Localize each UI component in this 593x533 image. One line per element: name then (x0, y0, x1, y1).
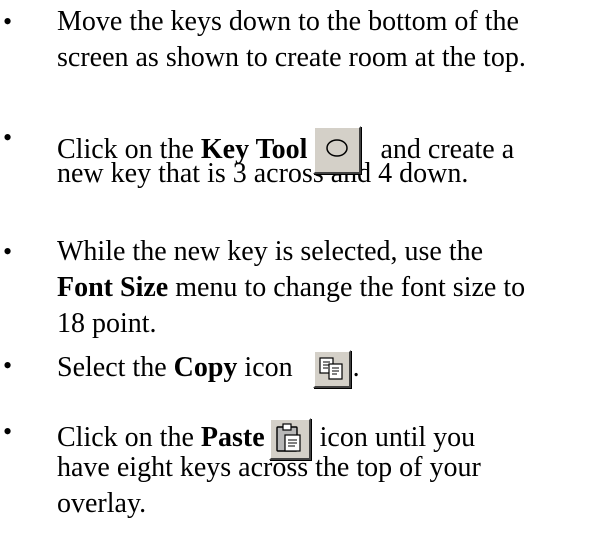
font-size-label: Font Size (57, 272, 169, 303)
step-text-segment: . (352, 352, 360, 383)
step-line: overlay. (57, 488, 147, 519)
copy-icon (319, 357, 343, 380)
copy-label: Copy (173, 352, 238, 383)
step-line: screen as shown to create room at the to… (57, 42, 526, 73)
bullet: • (3, 417, 13, 446)
paste-button[interactable] (268, 418, 311, 460)
step-text: Move the keys down to the bottom of the … (57, 4, 593, 76)
step-line: Click on the Paste icon until you (57, 414, 593, 460)
step-line: have eight keys across the top of your (57, 452, 481, 483)
key-tool-button[interactable] (313, 126, 362, 174)
step-line: Font Size menu to change the font size t… (57, 270, 593, 306)
bullet: • (3, 7, 13, 36)
step-line: While the new key is selected, use the (57, 236, 484, 267)
step-text-segment: icon (237, 352, 293, 383)
step-line: Click on the Key Tool and create a (57, 120, 593, 174)
step-line: Move the keys down to the bottom of the (57, 6, 519, 37)
step-line: 18 point. (57, 308, 157, 339)
paste-icon (275, 423, 301, 452)
step-line: Select the Copy icon. (57, 348, 593, 388)
step-text: Click on the Paste icon until you have e… (57, 414, 593, 522)
bullet: • (3, 237, 13, 266)
step-text: Click on the Key Tool and create a new k… (57, 120, 593, 192)
bullet: • (3, 123, 13, 152)
key-tool-icon (326, 139, 349, 157)
step-text: While the new key is selected, use the F… (57, 234, 593, 342)
bullet: • (3, 351, 13, 380)
step-text-segment: icon until you (312, 422, 476, 453)
step-text-segment: Select the (57, 352, 174, 383)
paste-label: Paste (200, 422, 265, 453)
copy-button[interactable] (312, 350, 351, 388)
step-text: Select the Copy icon. (57, 348, 593, 388)
step-text-segment: menu to change the font size to (168, 272, 526, 303)
step-text-segment: Click on the (57, 422, 201, 453)
